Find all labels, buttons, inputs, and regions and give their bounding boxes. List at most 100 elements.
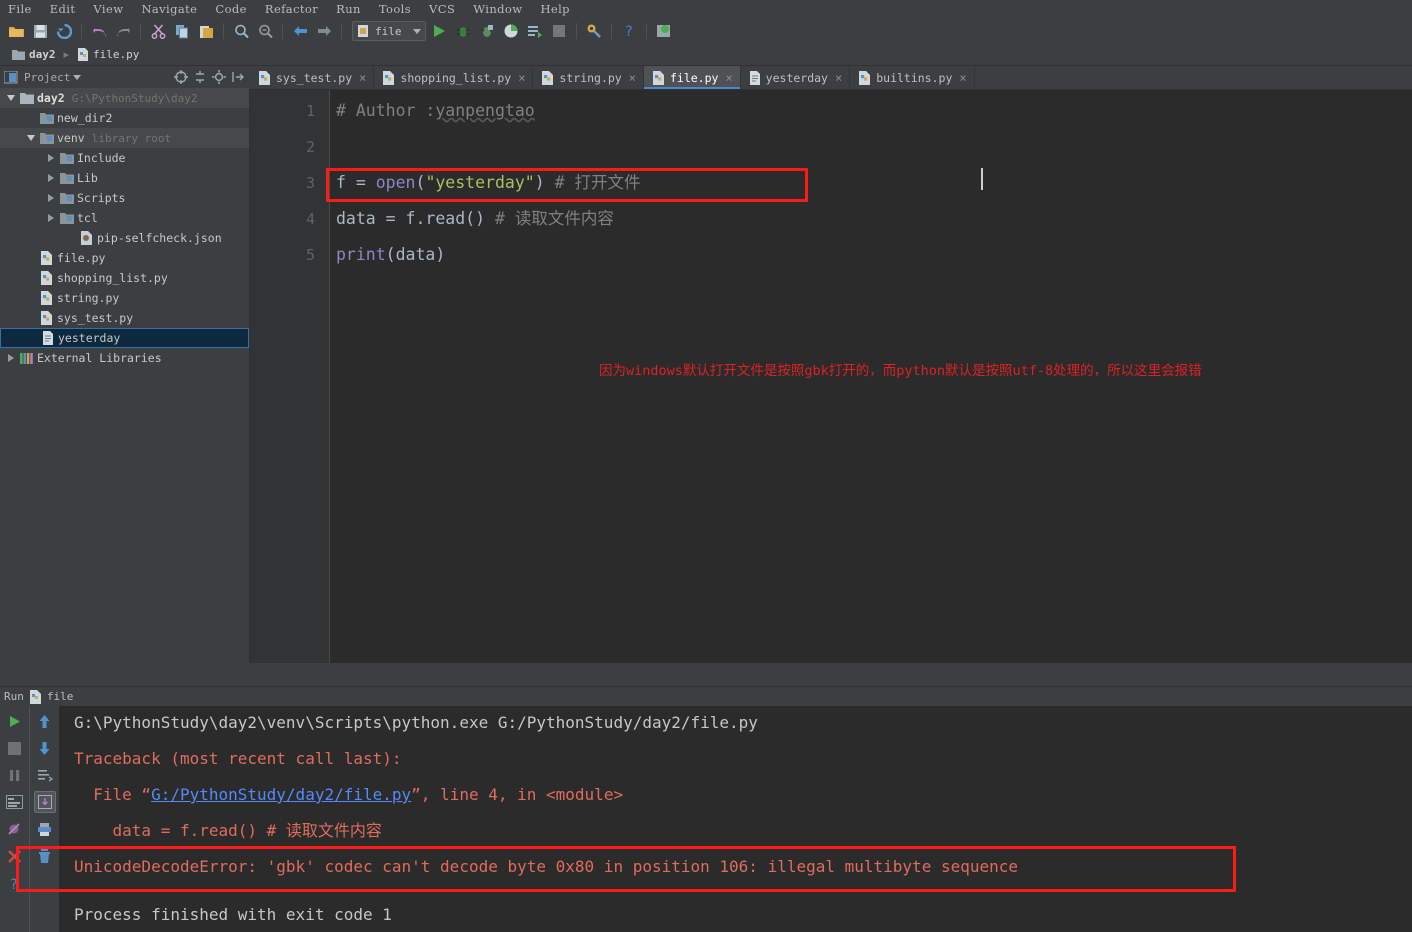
- code-line-4[interactable]: data = f.read() # 读取文件内容: [336, 210, 614, 228]
- tree-item-sys-test-py[interactable]: sys_test.py: [0, 308, 249, 328]
- console-file-link[interactable]: G:/PythonStudy/day2/file.py: [151, 785, 411, 804]
- cut-icon[interactable]: [147, 20, 169, 42]
- editor-tab-yesterday[interactable]: yesterday ×: [740, 66, 851, 89]
- run-tab-file[interactable]: file: [47, 690, 74, 703]
- undo-icon[interactable]: [88, 20, 110, 42]
- menu-item-view[interactable]: View: [93, 2, 123, 16]
- editor-tab-builtins-py[interactable]: builtins.py ×: [850, 66, 975, 89]
- tree-item-venv[interactable]: venv library root: [0, 128, 249, 148]
- close-icon[interactable]: ×: [518, 71, 525, 85]
- open-folder-icon[interactable]: [5, 20, 27, 42]
- menu-item-window[interactable]: Window: [473, 2, 522, 16]
- chevron-right-icon[interactable]: [44, 154, 58, 162]
- copy-icon[interactable]: [171, 20, 193, 42]
- code-line-5[interactable]: print(data): [336, 246, 445, 264]
- pause-button[interactable]: [4, 764, 26, 786]
- chevron-right-icon[interactable]: [44, 174, 58, 182]
- breadcrumb-item-file[interactable]: file.py: [73, 47, 143, 62]
- stop-button[interactable]: [4, 737, 26, 759]
- project-panel-title: Project: [24, 70, 71, 84]
- close-icon[interactable]: ×: [835, 71, 842, 85]
- find-icon[interactable]: [230, 20, 252, 42]
- code-line-3[interactable]: f = open("yesterday") # 打开文件: [336, 174, 640, 192]
- run-configuration-selector[interactable]: file: [352, 21, 426, 41]
- menu-item-refactor[interactable]: Refactor: [265, 2, 318, 16]
- gear-icon[interactable]: [211, 69, 227, 85]
- tree-item-yesterday[interactable]: yesterday: [0, 328, 249, 348]
- rerun-button[interactable]: [4, 710, 26, 732]
- close-icon[interactable]: ×: [629, 71, 636, 85]
- replace-icon[interactable]: [254, 20, 276, 42]
- scroll-up-button[interactable]: [34, 710, 56, 732]
- run-tab-label[interactable]: Run: [4, 690, 24, 703]
- menu-item-tools[interactable]: Tools: [379, 2, 411, 16]
- code-editor[interactable]: 1 2 3 4 5 # Author :yanpengtao f = open("yest…: [250, 90, 1412, 663]
- tree-item-lib[interactable]: Lib: [0, 168, 249, 188]
- editor-tab-file-py[interactable]: file.py ×: [643, 66, 741, 89]
- tree-item-label: Scripts: [77, 191, 126, 205]
- project-tree[interactable]: day2 G:\PythonStudy\day2 new_dir2 venv libra…: [0, 88, 250, 663]
- console-button[interactable]: [4, 791, 26, 813]
- tree-item-new-dir2[interactable]: new_dir2: [0, 108, 249, 128]
- chevron-down-icon[interactable]: [24, 135, 38, 141]
- debug-button[interactable]: [452, 20, 474, 42]
- chevron-down-icon[interactable]: [4, 95, 18, 101]
- paste-icon[interactable]: [195, 20, 217, 42]
- editor-tab-sys-test-py[interactable]: sys_test.py ×: [250, 66, 375, 89]
- run-button[interactable]: [428, 20, 450, 42]
- tree-item-include[interactable]: Include: [0, 148, 249, 168]
- coverage-button[interactable]: [476, 20, 498, 42]
- tree-item-file-py[interactable]: file.py: [0, 248, 249, 268]
- close-icon[interactable]: ×: [725, 71, 732, 85]
- chevron-right-icon[interactable]: [44, 214, 58, 222]
- collapse-all-icon[interactable]: [192, 69, 208, 85]
- back-icon[interactable]: [289, 20, 311, 42]
- tree-item-shopping-list-py[interactable]: shopping_list.py: [0, 268, 249, 288]
- forward-icon[interactable]: [313, 20, 335, 42]
- tree-item-string-py[interactable]: string.py: [0, 288, 249, 308]
- settings-button[interactable]: [583, 20, 605, 42]
- close-icon[interactable]: ×: [959, 71, 966, 85]
- updates-button[interactable]: [653, 20, 675, 42]
- chevron-right-icon[interactable]: [4, 354, 18, 362]
- run-console-output[interactable]: G:\PythonStudy\day2\venv\Scripts\python.…: [60, 706, 1412, 932]
- tree-item-tcl[interactable]: tcl: [0, 208, 249, 228]
- soft-wrap-button[interactable]: [34, 764, 56, 786]
- profile-button[interactable]: [500, 20, 522, 42]
- clear-all-button[interactable]: [34, 845, 56, 867]
- menu-item-run[interactable]: Run: [336, 2, 361, 16]
- hide-panel-icon[interactable]: [230, 69, 246, 85]
- menu-item-navigate[interactable]: Navigate: [141, 2, 197, 16]
- editor-tab-string-py[interactable]: string.py ×: [533, 66, 644, 89]
- editor-tab-shopping-list-py[interactable]: shopping_list.py ×: [374, 66, 534, 89]
- print-button[interactable]: [34, 818, 56, 840]
- attach-button[interactable]: [524, 20, 546, 42]
- chevron-right-icon[interactable]: [44, 194, 58, 202]
- scroll-to-end-button[interactable]: [33, 791, 56, 813]
- close-icon[interactable]: ×: [359, 71, 366, 85]
- menu-item-code[interactable]: Code: [215, 2, 247, 16]
- menu-item-file[interactable]: File: [8, 2, 32, 16]
- chevron-down-icon[interactable]: [413, 28, 421, 34]
- breadcrumb-item-day2[interactable]: day2: [8, 47, 60, 62]
- redo-icon[interactable]: [112, 20, 134, 42]
- tree-item-label: file.py: [57, 251, 106, 265]
- sync-icon[interactable]: [53, 20, 75, 42]
- save-all-icon[interactable]: [29, 20, 51, 42]
- help-button[interactable]: ?: [618, 20, 640, 42]
- chevron-down-icon[interactable]: [73, 74, 82, 80]
- menu-item-edit[interactable]: Edit: [50, 2, 76, 16]
- mute-breakpoints-button[interactable]: [4, 818, 26, 840]
- tree-item-day2[interactable]: day2 G:\PythonStudy\day2: [0, 88, 249, 108]
- help-button[interactable]: ?: [4, 872, 26, 894]
- code-line-1[interactable]: # Author :yanpengtao: [336, 102, 535, 120]
- close-button[interactable]: [4, 845, 26, 867]
- tree-item-external-libraries[interactable]: External Libraries: [0, 348, 249, 368]
- menu-item-help[interactable]: Help: [540, 2, 569, 16]
- stop-button[interactable]: [548, 20, 570, 42]
- tree-item-pip-selfcheck-json[interactable]: pip-selfcheck.json: [0, 228, 249, 248]
- menu-item-vcs[interactable]: VCS: [429, 2, 455, 16]
- tree-item-scripts[interactable]: Scripts: [0, 188, 249, 208]
- locate-icon[interactable]: [173, 69, 189, 85]
- scroll-down-button[interactable]: [34, 737, 56, 759]
